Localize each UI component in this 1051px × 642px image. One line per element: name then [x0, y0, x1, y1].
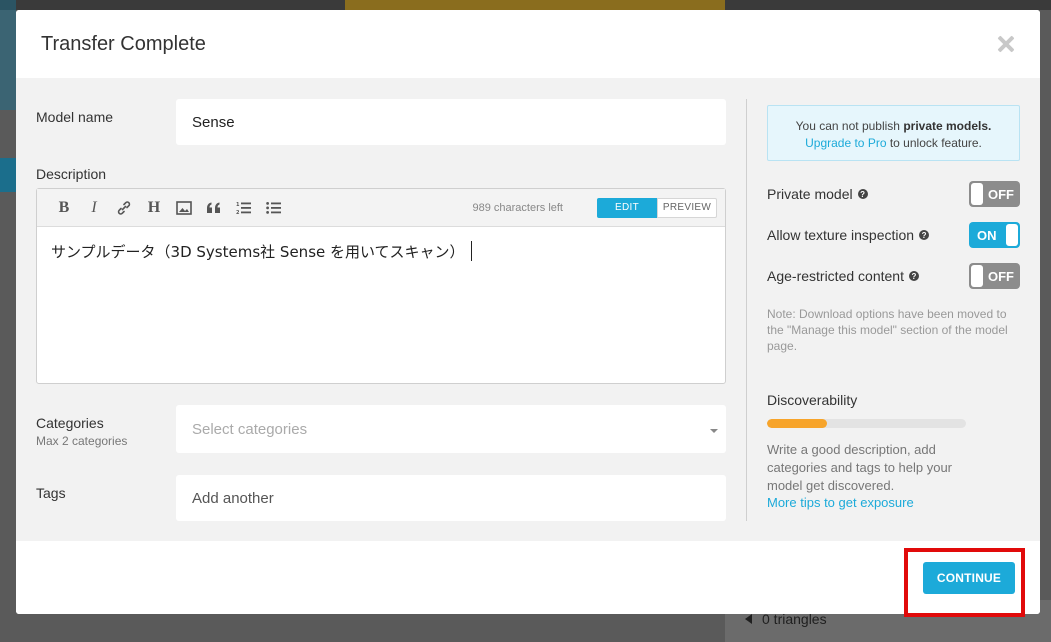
description-editor: B I H 12 989 characters left EDIT PREVIE…	[36, 188, 726, 384]
chevron-down-icon	[710, 429, 718, 433]
bold-icon[interactable]: B	[49, 196, 79, 220]
link-icon[interactable]	[109, 196, 139, 220]
unordered-list-icon[interactable]	[259, 196, 289, 220]
notice-suffix: to unlock feature.	[886, 136, 982, 150]
exposure-tips-link[interactable]: More tips to get exposure	[767, 495, 914, 510]
background-logo	[0, 0, 16, 110]
discoverability-title: Discoverability	[767, 392, 858, 408]
modal-title: Transfer Complete	[41, 32, 206, 55]
image-icon[interactable]	[169, 196, 199, 220]
modal-header: Transfer Complete	[16, 10, 1040, 78]
svg-text:1: 1	[236, 202, 240, 208]
svg-text:2: 2	[236, 210, 240, 215]
tags-input[interactable]: Add another	[176, 475, 726, 521]
categories-sublabel: Max 2 categories	[36, 434, 128, 448]
description-textarea[interactable]: サンプルデータ（3D Systems社 Sense を用いてスキャン）	[37, 227, 725, 276]
text-caret	[470, 241, 472, 261]
edit-preview-switch: EDIT PREVIEW	[597, 197, 717, 218]
description-label: Description	[36, 166, 107, 182]
description-text: サンプルデータ（3D Systems社 Sense を用いてスキャン）	[51, 243, 465, 261]
pro-upgrade-notice: You can not publish private models. Upgr…	[767, 105, 1020, 161]
column-divider	[746, 99, 747, 521]
modal-body: Model name Sense Description B I H 12 98…	[16, 78, 1040, 541]
preview-tab[interactable]: PREVIEW	[657, 197, 717, 218]
tags-label: Tags	[36, 485, 66, 501]
private-model-toggle[interactable]: OFF	[969, 181, 1020, 207]
help-icon[interactable]: ?	[919, 230, 930, 240]
categories-select[interactable]: Select categories	[176, 405, 726, 453]
editor-toolbar: B I H 12 989 characters left EDIT PREVIE…	[37, 189, 725, 227]
discoverability-progress	[767, 419, 966, 428]
help-icon[interactable]: ?	[857, 189, 868, 199]
model-name-input[interactable]: Sense	[176, 99, 726, 145]
transfer-complete-modal: Transfer Complete Model name Sense Descr…	[16, 10, 1040, 614]
help-icon[interactable]: ?	[908, 271, 919, 281]
categories-placeholder: Select categories	[192, 420, 308, 438]
quote-icon[interactable]	[199, 196, 229, 220]
private-model-row: Private model? OFF	[767, 181, 1020, 207]
private-model-label: Private model?	[767, 186, 868, 202]
model-name-label: Model name	[36, 109, 114, 125]
categories-label: Categories	[36, 415, 104, 431]
notice-text: You can not publish	[795, 119, 904, 133]
texture-inspection-row: Allow texture inspection? ON	[767, 222, 1020, 248]
close-icon[interactable]	[996, 34, 1016, 54]
heading-icon[interactable]: H	[139, 196, 169, 220]
italic-icon[interactable]: I	[79, 196, 109, 220]
texture-inspection-label-text: Allow texture inspection	[767, 227, 915, 243]
characters-left-counter: 989 characters left	[472, 201, 564, 214]
upgrade-to-pro-link[interactable]: Upgrade to Pro	[805, 136, 886, 150]
download-options-note: Note: Download options have been moved t…	[767, 307, 1008, 353]
ordered-list-icon[interactable]: 12	[229, 196, 259, 220]
background-banner	[345, 0, 725, 10]
discoverability-progress-fill	[767, 419, 827, 428]
continue-highlight-box	[904, 548, 1025, 617]
modal-footer: CONTINUE	[16, 541, 1040, 614]
private-model-label-text: Private model	[767, 186, 853, 202]
edit-tab[interactable]: EDIT	[597, 197, 657, 218]
age-restricted-row: Age-restricted content? OFF	[767, 263, 1020, 289]
discoverability-text: Write a good description, add categories…	[767, 442, 953, 493]
age-restricted-toggle[interactable]: OFF	[969, 263, 1020, 289]
texture-inspection-toggle[interactable]: ON	[969, 222, 1020, 248]
age-restricted-label: Age-restricted content?	[767, 268, 919, 284]
triangle-icon	[745, 614, 752, 624]
age-restricted-label-text: Age-restricted content	[767, 268, 904, 284]
notice-bold-text: private models.	[903, 119, 992, 133]
texture-inspection-label: Allow texture inspection?	[767, 227, 930, 243]
background-button	[0, 158, 16, 192]
